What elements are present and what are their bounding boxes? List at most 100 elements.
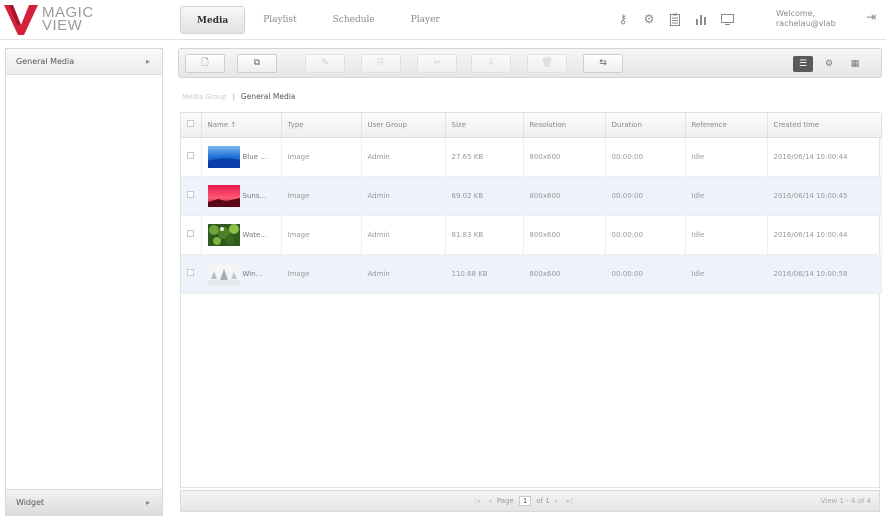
size-cell: 110.68 KB xyxy=(445,254,524,293)
tab-player[interactable]: Player xyxy=(393,6,458,34)
sidebar: General Media ▸ Widget ▸ xyxy=(5,48,163,516)
breadcrumb-current: General Media xyxy=(240,92,296,101)
new-folder-button[interactable]: ⧉ xyxy=(237,54,277,73)
clipboard-icon[interactable] xyxy=(664,10,686,28)
duration-cell: 00:00:00 xyxy=(605,215,686,254)
new-folder-icon: ⧉ xyxy=(253,58,261,68)
sidebar-widget[interactable]: Widget ▸ xyxy=(6,489,162,515)
move-button[interactable]: ⇆ xyxy=(583,54,623,73)
blue-image-thumbnail xyxy=(207,145,240,168)
column-header-name[interactable]: Name ↑ xyxy=(201,113,282,138)
reference-cell: Idle xyxy=(685,254,768,293)
row-checkbox[interactable] xyxy=(187,230,194,237)
created-time-cell: 2016/06/14 10:00:44 xyxy=(767,215,882,254)
sidebar-widget-label: Widget xyxy=(16,498,45,507)
sidebar-general-media[interactable]: General Media ▸ xyxy=(6,49,162,75)
table-row[interactable]: Blue ... Image Admin 27.65 KB 800x600 00… xyxy=(181,137,882,176)
select-all-checkbox[interactable] xyxy=(187,120,194,128)
size-cell: 27.65 KB xyxy=(445,137,524,176)
key-icon[interactable]: ⚷ xyxy=(612,10,634,28)
tab-playlist[interactable]: Playlist xyxy=(245,6,314,34)
media-toolbar: 🗋 ⧉ ✎ ⎘ ✂ ⇩ 🗑 ⇆ ☰ ⚙ ▦ xyxy=(178,48,882,78)
magicview-logo: MAGIC VIEW xyxy=(4,3,124,37)
page-total-label: of 1 xyxy=(536,497,550,505)
expand-icon[interactable]: ▸ xyxy=(146,490,150,516)
settings-view-button[interactable]: ⚙ xyxy=(819,56,839,72)
grid-view-button[interactable]: ▦ xyxy=(845,56,865,72)
download-button[interactable]: ⇩ xyxy=(471,54,511,73)
last-page-icon[interactable]: ▸| xyxy=(567,497,573,505)
page-number-input[interactable]: 1 xyxy=(519,496,532,506)
user-group-cell: Admin xyxy=(361,137,446,176)
sidebar-general-media-label: General Media xyxy=(16,57,75,66)
tab-media[interactable]: Media xyxy=(180,6,246,34)
row-checkbox[interactable] xyxy=(187,152,194,159)
created-time-cell: 2016/06/14 10:00:58 xyxy=(767,254,882,293)
main-tabs: Media Playlist Schedule Player xyxy=(180,6,458,36)
checkbox-cell xyxy=(181,254,202,293)
breadcrumb-root[interactable]: Media Group xyxy=(182,93,227,101)
table-row[interactable]: Wate... Image Admin 81.83 KB 800x600 00:… xyxy=(181,215,882,254)
cut-button[interactable]: ✂ xyxy=(417,54,457,73)
pagination-controls: |◂ ◂ Page 1 of 1 ▸ ▸| xyxy=(471,496,576,506)
page-label: Page xyxy=(496,497,514,505)
column-header-reference[interactable]: Reference xyxy=(685,113,768,138)
top-header: MAGIC VIEW Media Playlist Schedule Playe… xyxy=(0,0,886,40)
list-view-icon: ☰ xyxy=(798,59,808,69)
copy-icon: ⎘ xyxy=(377,58,385,68)
user-group-cell: Admin xyxy=(361,215,446,254)
table-row[interactable]: Win... Image Admin 110.68 KB 800x600 00:… xyxy=(181,254,882,293)
checkbox-cell xyxy=(181,176,202,215)
list-view-button[interactable]: ☰ xyxy=(793,56,813,72)
name-cell: Win... xyxy=(201,254,282,293)
checkbox-cell xyxy=(181,215,202,254)
monitor-icon[interactable] xyxy=(716,10,738,28)
reference-cell: Idle xyxy=(685,137,768,176)
media-name: Suns... xyxy=(242,191,267,200)
prev-page-icon[interactable]: ◂ xyxy=(488,497,492,505)
download-icon: ⇩ xyxy=(487,58,495,68)
copy-button[interactable]: ⎘ xyxy=(361,54,401,73)
duration-cell: 00:00:00 xyxy=(605,176,686,215)
name-cell: Wate... xyxy=(201,215,282,254)
edit-button[interactable]: ✎ xyxy=(305,54,345,73)
row-checkbox[interactable] xyxy=(187,269,194,276)
table-row[interactable]: Suns... Image Admin 69.02 KB 800x600 00:… xyxy=(181,176,882,215)
duration-cell: 00:00:00 xyxy=(605,254,686,293)
move-icon: ⇆ xyxy=(599,58,607,68)
new-file-button[interactable]: 🗋 xyxy=(185,54,225,73)
main-content: 🗋 ⧉ ✎ ⎘ ✂ ⇩ 🗑 ⇆ ☰ ⚙ ▦ Media Group | Genera… xyxy=(178,44,882,516)
column-header-size[interactable]: Size xyxy=(445,113,524,138)
logout-icon[interactable]: ⇥ xyxy=(862,10,880,28)
table-header-row: Name ↑ Type User Group Size Resolution D… xyxy=(181,113,882,138)
resolution-cell: 800x600 xyxy=(523,176,606,215)
column-header-resolution[interactable]: Resolution xyxy=(523,113,606,138)
type-cell: Image xyxy=(281,137,362,176)
winter-image-thumbnail xyxy=(207,262,240,285)
header-icon-bar: ⚷ ⚙ xyxy=(612,10,742,28)
row-checkbox[interactable] xyxy=(187,191,194,198)
resolution-cell: 800x600 xyxy=(523,254,606,293)
reference-cell: Idle xyxy=(685,176,768,215)
welcome-message: Welcome, rachelau@vlab xyxy=(776,9,856,29)
sunset-image-thumbnail xyxy=(207,184,240,207)
expand-icon[interactable]: ▸ xyxy=(146,49,150,75)
created-time-cell: 2016/06/14 10:00:44 xyxy=(767,137,882,176)
column-header-created-time[interactable]: Created time xyxy=(767,113,882,138)
water-image-thumbnail xyxy=(207,223,240,246)
created-time-cell: 2016/06/14 10:00:45 xyxy=(767,176,882,215)
first-page-icon[interactable]: |◂ xyxy=(474,497,480,505)
select-all-cell xyxy=(181,113,202,138)
grid-view-icon: ▦ xyxy=(850,59,860,69)
bar-chart-icon[interactable] xyxy=(690,10,712,28)
column-header-duration[interactable]: Duration xyxy=(605,113,686,138)
tab-schedule[interactable]: Schedule xyxy=(315,6,393,34)
column-header-user-group[interactable]: User Group xyxy=(361,113,446,138)
type-cell: Image xyxy=(281,254,362,293)
column-header-type[interactable]: Type xyxy=(281,113,362,138)
delete-button[interactable]: 🗑 xyxy=(527,54,567,73)
welcome-label: Welcome, xyxy=(776,9,816,18)
size-cell: 81.83 KB xyxy=(445,215,524,254)
gear-icon[interactable]: ⚙ xyxy=(638,10,660,28)
next-page-icon[interactable]: ▸ xyxy=(555,497,559,505)
